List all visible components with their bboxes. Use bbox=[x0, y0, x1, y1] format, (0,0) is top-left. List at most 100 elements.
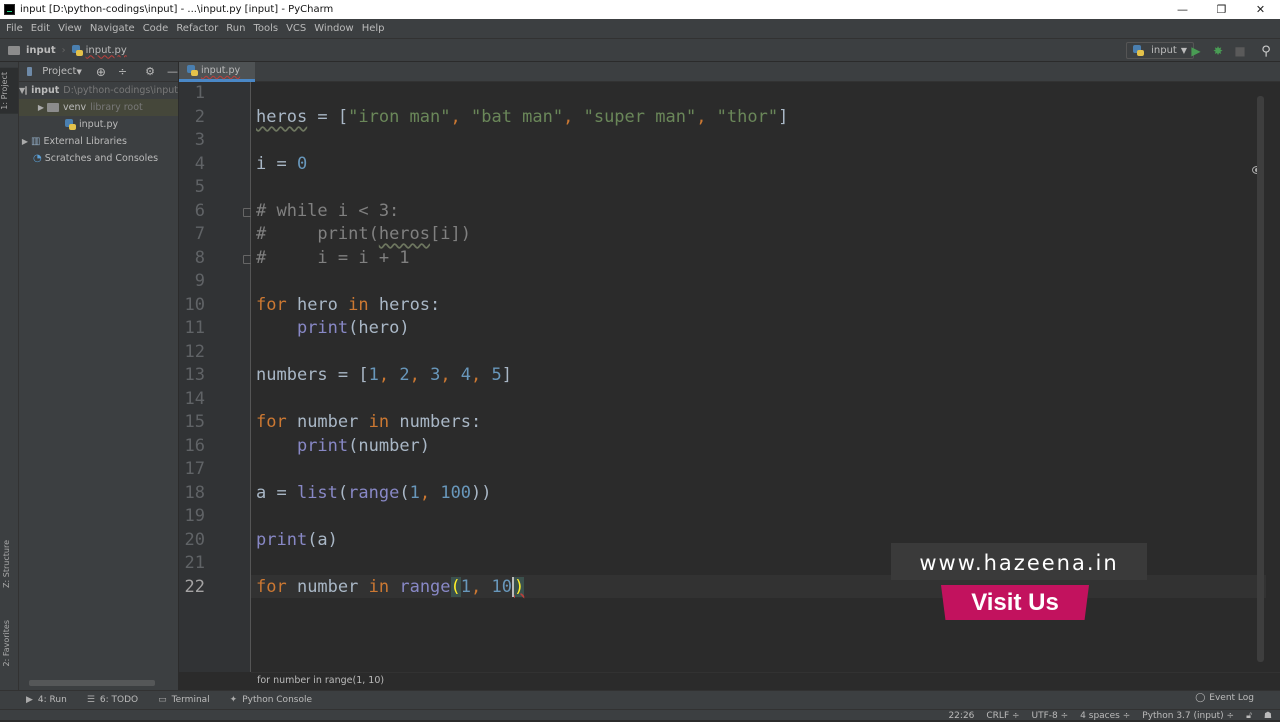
menu-edit[interactable]: Edit bbox=[27, 23, 54, 34]
event-log-icon: ◯ bbox=[1195, 693, 1206, 703]
code-line-10: for hero in heros: bbox=[256, 295, 441, 315]
stop-icon[interactable]: ■ bbox=[1232, 43, 1248, 59]
line-number: 19 bbox=[184, 506, 205, 526]
code-line-13: numbers = [1, 2, 3, 4, 5] bbox=[256, 365, 513, 385]
favorites-tool-tab[interactable]: 2: Favorites bbox=[2, 620, 11, 666]
tool-windows-bar: ▶ 4: Run ☰ 6: TODO ▭ Terminal ✦ Python C… bbox=[0, 690, 1280, 709]
tree-item-input-py[interactable]: input.py bbox=[19, 116, 178, 133]
lock-icon[interactable]: 🔓︎ bbox=[1246, 710, 1252, 722]
horizontal-scrollbar[interactable] bbox=[29, 680, 155, 686]
vertical-scrollbar[interactable] bbox=[1257, 96, 1264, 662]
promo-url[interactable]: www.hazeena.in bbox=[891, 543, 1147, 580]
menu-help[interactable]: Help bbox=[358, 23, 389, 34]
code-line-8: # i = i + 1 bbox=[256, 248, 410, 268]
python-interpreter[interactable]: Python 3.7 (input) ÷ bbox=[1142, 710, 1234, 722]
code-line-11: print(hero) bbox=[296, 318, 410, 338]
menu-refactor[interactable]: Refactor bbox=[172, 23, 222, 34]
event-log-button[interactable]: ◯ Event Log bbox=[1195, 693, 1254, 703]
project-view-selector[interactable]: Project bbox=[42, 66, 76, 77]
tree-item-scratches[interactable]: ◔ Scratches and Consoles bbox=[19, 150, 178, 167]
chevron-right-icon[interactable]: ▶ bbox=[35, 103, 47, 112]
breadcrumb: input › input.py bbox=[0, 44, 127, 56]
code-line-18: a = list(range(1, 100)) bbox=[256, 483, 492, 503]
line-number: 13 bbox=[184, 365, 205, 385]
maximize-button[interactable]: ❐ bbox=[1202, 0, 1241, 19]
tool-window-python-console[interactable]: ✦ Python Console bbox=[230, 695, 312, 705]
hide-icon[interactable]: — bbox=[167, 65, 178, 78]
project-view-icon bbox=[27, 67, 33, 76]
menu-code[interactable]: Code bbox=[139, 23, 173, 34]
breadcrumb-file[interactable]: input.py bbox=[86, 45, 127, 56]
code-line-4: i = 0 bbox=[256, 154, 308, 174]
gear-icon[interactable]: ⚙ bbox=[145, 65, 155, 78]
menu-file[interactable]: File bbox=[2, 23, 27, 34]
close-button[interactable]: ✕ bbox=[1241, 0, 1280, 19]
navigation-bar: input › input.py input ▼ ▶ ✸ ■ ⚲ bbox=[0, 38, 1280, 62]
structure-tool-tab[interactable]: Z: Structure bbox=[2, 540, 11, 588]
line-number: 17 bbox=[184, 459, 205, 479]
line-number: 20 bbox=[184, 529, 205, 550]
code-line-16: print(number) bbox=[296, 436, 431, 456]
folder-icon bbox=[8, 45, 20, 55]
indent-setting[interactable]: 4 spaces ÷ bbox=[1080, 710, 1130, 722]
collapse-all-icon[interactable]: ÷ bbox=[118, 65, 127, 78]
tree-item-venv[interactable]: ▶ venv library root bbox=[19, 99, 178, 116]
run-config-label: input bbox=[1151, 45, 1177, 56]
line-number: 4 bbox=[194, 153, 205, 174]
line-number: 15 bbox=[184, 412, 205, 432]
tool-window-todo[interactable]: ☰ 6: TODO bbox=[87, 695, 138, 705]
pycharm-logo-icon bbox=[4, 4, 15, 15]
tool-window-run[interactable]: ▶ 4: Run bbox=[26, 695, 67, 705]
line-number: 7 bbox=[194, 224, 205, 244]
search-icon[interactable]: ⚲ bbox=[1258, 43, 1274, 59]
menu-run[interactable]: Run bbox=[222, 23, 249, 34]
line-number: 3 bbox=[194, 130, 205, 150]
menu-bar: File Edit View Navigate Code Refactor Ru… bbox=[0, 19, 1280, 38]
code-line-22: for number in range(1, 10) bbox=[256, 577, 525, 597]
inspector-icon[interactable]: ☗ bbox=[1264, 710, 1272, 722]
run-icon[interactable]: ▶ bbox=[1188, 43, 1204, 59]
line-number: 6 bbox=[194, 200, 205, 221]
tree-item-hint: library root bbox=[90, 102, 143, 113]
menu-window[interactable]: Window bbox=[310, 23, 357, 34]
python-file-icon bbox=[71, 44, 83, 56]
tree-item-project-root[interactable]: ▼ input D:\python-codings\input bbox=[19, 82, 178, 99]
line-number: 11 bbox=[184, 318, 205, 338]
tool-window-terminal[interactable]: ▭ Terminal bbox=[158, 695, 210, 705]
window-titlebar: input [D:\python-codings\input] - ...\in… bbox=[0, 0, 1280, 19]
visit-us-button[interactable]: Visit Us bbox=[941, 585, 1089, 620]
editor-tabs: input.py bbox=[179, 62, 1280, 82]
editor-tab-input-py[interactable]: input.py bbox=[179, 62, 255, 82]
event-log-label: Event Log bbox=[1209, 693, 1254, 703]
tree-item-external-libraries[interactable]: ▶ ▥ External Libraries bbox=[19, 133, 178, 150]
line-number: 2 bbox=[194, 106, 205, 127]
menu-vcs[interactable]: VCS bbox=[282, 23, 310, 34]
run-config-dropdown[interactable]: input ▼ bbox=[1126, 42, 1194, 59]
python-file-icon bbox=[187, 65, 198, 76]
locate-icon[interactable]: ⊕ bbox=[96, 65, 106, 79]
minimize-button[interactable]: — bbox=[1163, 0, 1202, 19]
code-line-20: print(a) bbox=[256, 530, 338, 550]
promo-overlay[interactable]: www.hazeena.in Visit Us bbox=[891, 543, 1147, 620]
line-separator[interactable]: CRLF ÷ bbox=[986, 710, 1019, 722]
project-tool-tab[interactable]: 1: Project bbox=[0, 68, 18, 114]
debug-icon[interactable]: ✸ bbox=[1210, 43, 1226, 59]
editor-breadcrumb[interactable]: for number in range(1, 10) bbox=[251, 672, 1280, 689]
libraries-icon: ▥ bbox=[31, 136, 41, 147]
tree-item-label: External Libraries bbox=[43, 136, 127, 147]
window-title: input [D:\python-codings\input] - ...\in… bbox=[20, 4, 334, 15]
tool-window-label: Terminal bbox=[171, 695, 210, 705]
file-encoding[interactable]: UTF-8 ÷ bbox=[1032, 710, 1069, 722]
chevron-right-icon[interactable]: ▶ bbox=[19, 137, 31, 146]
folder-icon bbox=[47, 103, 59, 112]
menu-navigate[interactable]: Navigate bbox=[86, 23, 139, 34]
line-number: 21 bbox=[184, 553, 205, 573]
line-number: 18 bbox=[184, 482, 205, 503]
menu-view[interactable]: View bbox=[54, 23, 86, 34]
breadcrumb-project[interactable]: input bbox=[26, 45, 56, 56]
menu-tools[interactable]: Tools bbox=[249, 23, 282, 34]
code-line-15: for number in numbers: bbox=[256, 412, 482, 432]
caret-position[interactable]: 22:26 bbox=[948, 710, 974, 722]
tool-window-label: 6: TODO bbox=[99, 695, 139, 705]
project-panel-header: Project ▼ ⊕ ÷ ⚙ — bbox=[19, 62, 178, 82]
